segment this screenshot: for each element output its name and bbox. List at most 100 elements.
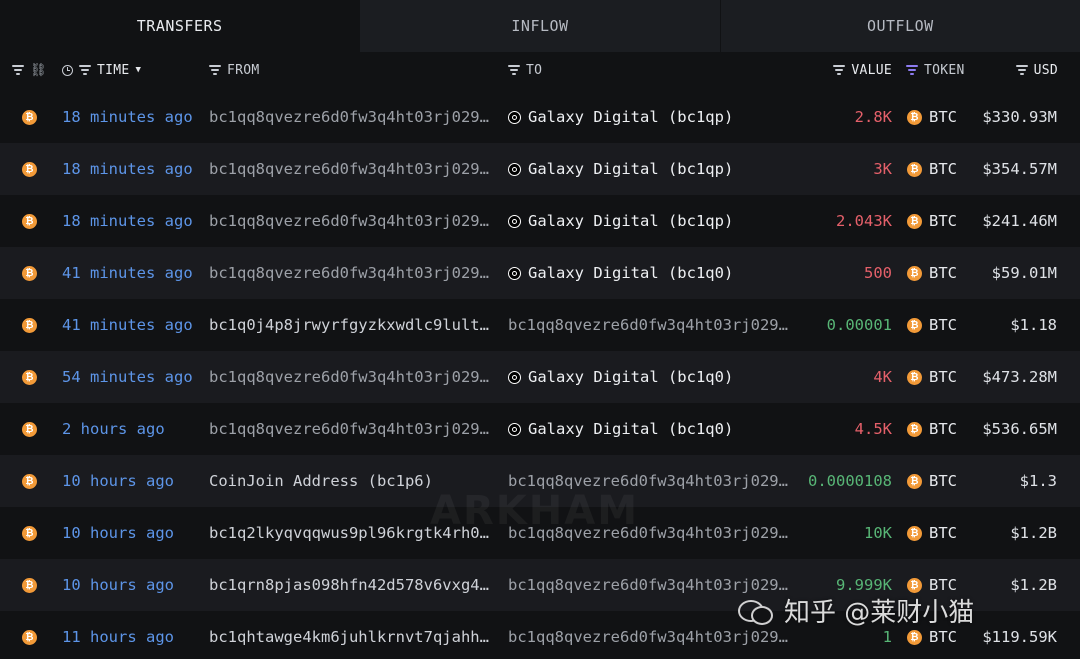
filter-icon[interactable] [1016,65,1028,75]
usd-amount: $1.2B [1010,576,1057,594]
table-row[interactable]: ₿ 10 hours ago bc1qrn8pjas098hfn42d578v6… [0,559,1080,611]
sort-caret-icon[interactable]: ▼ [136,65,141,75]
tab-bar: TRANSFERS INFLOW OUTFLOW [0,0,1080,52]
filter-icon[interactable] [12,65,24,75]
bitcoin-icon: ₿ [22,317,37,333]
filter-icon[interactable] [833,65,845,75]
token-symbol: BTC [929,108,957,126]
table-row[interactable]: ₿ 10 hours ago CoinJoin Address (bc1p6) … [0,455,1080,507]
filter-icon[interactable] [209,65,221,75]
header-value-label: VALUE [851,62,892,78]
to-entity[interactable]: Galaxy Digital (bc1q0) [508,351,798,403]
header-value[interactable]: VALUE [800,52,892,88]
to-label[interactable]: Galaxy Digital (bc1q0) [528,420,733,438]
table-row[interactable]: ₿ 18 minutes ago bc1qq8qvezre6d0fw3q4ht0… [0,195,1080,247]
to-address[interactable]: bc1qq8qvezre6d0fw3q4ht03rj029… [508,611,798,659]
to-entity[interactable]: Galaxy Digital (bc1qp) [508,91,798,143]
to-entity[interactable]: Galaxy Digital (bc1q0) [508,247,798,299]
bitcoin-icon: ₿ [907,213,922,229]
entity-logo-icon [508,110,521,124]
from-address[interactable]: bc1qq8qvezre6d0fw3q4ht03rj029… [209,91,499,143]
time-link[interactable]: 41 minutes ago [62,247,202,299]
to-entity[interactable]: Galaxy Digital (bc1q0) [508,403,798,455]
tab-transfers[interactable]: TRANSFERS [0,0,360,52]
bitcoin-icon: ₿ [907,577,922,593]
to-entity[interactable]: Galaxy Digital (bc1qp) [508,143,798,195]
table-row[interactable]: ₿ 41 minutes ago bc1q0j4p8jrwyrfgyzkxwdl… [0,299,1080,351]
to-label[interactable]: Galaxy Digital (bc1q0) [528,368,733,386]
from-address[interactable]: bc1q0j4p8jrwyrfgyzkxwdlc9lult… [209,299,499,351]
header-usd-label: USD [1033,62,1058,78]
token-cell[interactable]: ₿ BTC [907,195,957,247]
bitcoin-icon: ₿ [22,109,37,125]
table-row[interactable]: ₿ 11 hours ago bc1qhtawge4km6juhlkrnvt7q… [0,611,1080,659]
from-address[interactable]: bc1qrn8pjas098hfn42d578v6vxg4… [209,559,499,611]
to-label[interactable]: Galaxy Digital (bc1q0) [528,264,733,282]
token-cell[interactable]: ₿ BTC [907,351,957,403]
tab-outflow[interactable]: OUTFLOW [719,0,1080,52]
link-icon: ⛓ [30,62,47,78]
from-address[interactable]: CoinJoin Address (bc1p6) [209,455,499,507]
from-address[interactable]: bc1qq8qvezre6d0fw3q4ht03rj029… [209,247,499,299]
time-link[interactable]: 18 minutes ago [62,143,202,195]
token-cell[interactable]: ₿ BTC [907,143,957,195]
table-row[interactable]: ₿ 18 minutes ago bc1qq8qvezre6d0fw3q4ht0… [0,143,1080,195]
to-label[interactable]: Galaxy Digital (bc1qp) [528,160,733,178]
token-cell[interactable]: ₿ BTC [907,299,957,351]
to-label[interactable]: Galaxy Digital (bc1qp) [528,212,733,230]
token-cell[interactable]: ₿ BTC [907,611,957,659]
time-link[interactable]: 18 minutes ago [62,195,202,247]
table-row[interactable]: ₿ 2 hours ago bc1qq8qvezre6d0fw3q4ht03rj… [0,403,1080,455]
time-link[interactable]: 10 hours ago [62,559,202,611]
from-address[interactable]: bc1qq8qvezre6d0fw3q4ht03rj029… [209,143,499,195]
header-usd[interactable]: USD [990,52,1058,88]
to-entity[interactable]: Galaxy Digital (bc1qp) [508,195,798,247]
from-address[interactable]: bc1qq8qvezre6d0fw3q4ht03rj029… [209,195,499,247]
header-link-filter[interactable]: ⛓ [12,52,47,88]
to-address[interactable]: bc1qq8qvezre6d0fw3q4ht03rj029… [508,299,798,351]
time-link[interactable]: 10 hours ago [62,507,202,559]
table-row[interactable]: ₿ 41 minutes ago bc1qq8qvezre6d0fw3q4ht0… [0,247,1080,299]
bitcoin-icon: ₿ [907,629,922,645]
to-label[interactable]: Galaxy Digital (bc1qp) [528,108,733,126]
time-link[interactable]: 18 minutes ago [62,91,202,143]
token-symbol: BTC [929,264,957,282]
time-link[interactable]: 10 hours ago [62,455,202,507]
value-amount: 0.00001 [826,316,892,334]
token-cell[interactable]: ₿ BTC [907,559,957,611]
from-address[interactable]: bc1qq8qvezre6d0fw3q4ht03rj029… [209,351,499,403]
to-address[interactable]: bc1qq8qvezre6d0fw3q4ht03rj029… [508,455,798,507]
clock-icon [62,64,73,76]
to-address[interactable]: bc1qq8qvezre6d0fw3q4ht03rj029… [508,507,798,559]
time-link[interactable]: 41 minutes ago [62,299,202,351]
filter-icon[interactable] [906,65,918,75]
from-address[interactable]: bc1qhtawge4km6juhlkrnvt7qjahh… [209,611,499,659]
table-row[interactable]: ₿ 18 minutes ago bc1qq8qvezre6d0fw3q4ht0… [0,91,1080,143]
from-address[interactable]: bc1qq8qvezre6d0fw3q4ht03rj029… [209,403,499,455]
time-link[interactable]: 54 minutes ago [62,351,202,403]
token-cell[interactable]: ₿ BTC [907,403,957,455]
time-link[interactable]: 11 hours ago [62,611,202,659]
bitcoin-icon: ₿ [22,421,37,437]
header-token[interactable]: TOKEN [906,52,965,88]
from-address[interactable]: bc1q2lkyqvqqwus9pl96krgtk4rh0… [209,507,499,559]
header-to[interactable]: TO [508,52,542,88]
time-link[interactable]: 2 hours ago [62,403,202,455]
token-cell[interactable]: ₿ BTC [907,247,957,299]
to-address[interactable]: bc1qq8qvezre6d0fw3q4ht03rj029… [508,559,798,611]
tab-inflow[interactable]: INFLOW [359,0,720,52]
filter-icon[interactable] [508,65,520,75]
bitcoin-icon: ₿ [907,109,922,125]
value-amount: 2.043K [836,212,892,230]
header-time[interactable]: TIME ▼ [62,52,141,88]
token-cell[interactable]: ₿ BTC [907,91,957,143]
filter-icon[interactable] [79,65,91,75]
usd-amount: $536.65M [982,420,1057,438]
entity-logo-icon [508,370,521,384]
table-row[interactable]: ₿ 10 hours ago bc1q2lkyqvqqwus9pl96krgtk… [0,507,1080,559]
token-symbol: BTC [929,472,957,490]
header-from[interactable]: FROM [209,52,260,88]
table-row[interactable]: ₿ 54 minutes ago bc1qq8qvezre6d0fw3q4ht0… [0,351,1080,403]
token-cell[interactable]: ₿ BTC [907,455,957,507]
token-cell[interactable]: ₿ BTC [907,507,957,559]
